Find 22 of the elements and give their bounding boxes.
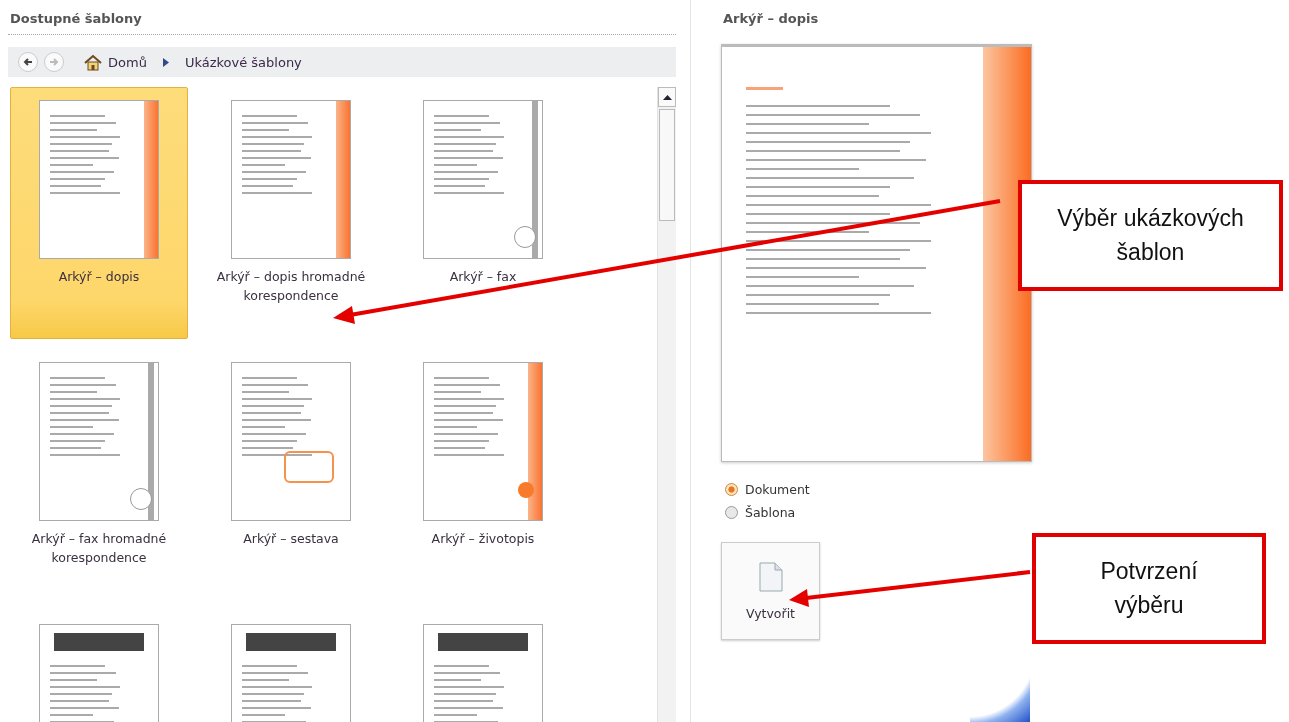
back-icon[interactable] — [18, 52, 38, 72]
preview-title: Arkýř – dopis — [722, 10, 820, 28]
callout-box: Potvrzení výběru — [1032, 533, 1266, 644]
panel-title: Dostupné šablony — [9, 10, 143, 28]
template-tile[interactable]: Arkýř – fax — [394, 87, 572, 339]
template-tile[interactable]: Arkýř – fax hromadné korespondence — [10, 349, 188, 601]
scrollbar[interactable] — [657, 87, 676, 722]
chevron-right-icon — [162, 57, 169, 67]
template-tile[interactable]: Arkýř – životopis — [394, 349, 572, 601]
create-button[interactable]: Vytvořit — [721, 542, 820, 640]
document-icon — [758, 561, 783, 592]
callout-box: Výběr ukázkových šablon — [1018, 180, 1283, 291]
template-tile[interactable]: Arkýř – dopis hromadné korespondence — [202, 87, 380, 339]
radio-option[interactable]: Šablona — [721, 505, 1030, 520]
template-tile[interactable]: Arkýř – sestava — [202, 349, 380, 601]
breadcrumb-link[interactable]: Domů — [108, 54, 147, 70]
radio-option[interactable]: Dokument — [721, 482, 1030, 497]
scrollbar-thumb[interactable] — [659, 109, 675, 221]
home-icon[interactable] — [84, 53, 102, 71]
breadcrumb-link[interactable]: Ukázkové šablony — [184, 54, 302, 70]
up-arrow-icon[interactable] — [662, 94, 672, 100]
template-tile[interactable]: Arkýř – dopis — [10, 87, 188, 339]
